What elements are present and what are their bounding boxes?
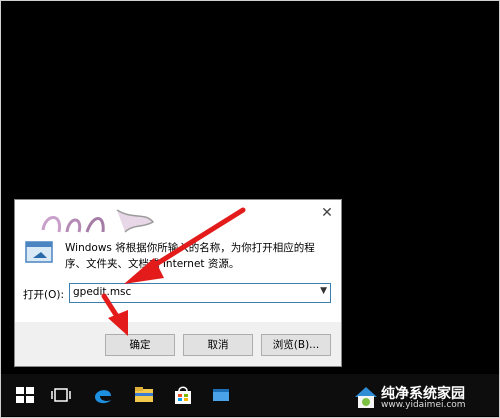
open-input[interactable] <box>73 286 303 298</box>
site-url: www.yidaimei.com <box>381 400 466 410</box>
house-logo-icon <box>355 387 377 408</box>
run-dialog: ✕ Windows 将根据你所输入的名称，为你打开相应的程序、文件夹、文档或 I… <box>14 199 342 367</box>
open-label: 打开(O): <box>23 289 64 301</box>
file-explorer-icon[interactable] <box>132 383 156 407</box>
button-row: 确定 取消 浏览(B)... <box>15 334 341 358</box>
open-combobox[interactable]: ▼ <box>69 283 331 303</box>
ok-button[interactable]: 确定 <box>105 334 175 356</box>
edge-icon[interactable] <box>91 383 115 407</box>
site-watermark: 纯净系统家园 www.yidaimei.com <box>353 380 493 414</box>
close-button[interactable]: ✕ <box>319 205 335 221</box>
run-icon <box>25 241 53 263</box>
task-view-icon[interactable] <box>49 383 73 407</box>
taskbar: 纯净系统家园 www.yidaimei.com <box>1 374 499 416</box>
store-icon[interactable] <box>171 383 195 407</box>
cancel-button[interactable]: 取消 <box>183 334 253 356</box>
dialog-description: Windows 将根据你所输入的名称，为你打开相应的程序、文件夹、文档或 Int… <box>65 242 315 270</box>
browse-button[interactable]: 浏览(B)... <box>261 334 331 356</box>
chevron-down-icon[interactable]: ▼ <box>320 286 327 296</box>
watermark-logo <box>41 209 155 233</box>
app-window-icon[interactable] <box>209 383 233 407</box>
windows-start-icon[interactable] <box>13 383 37 407</box>
